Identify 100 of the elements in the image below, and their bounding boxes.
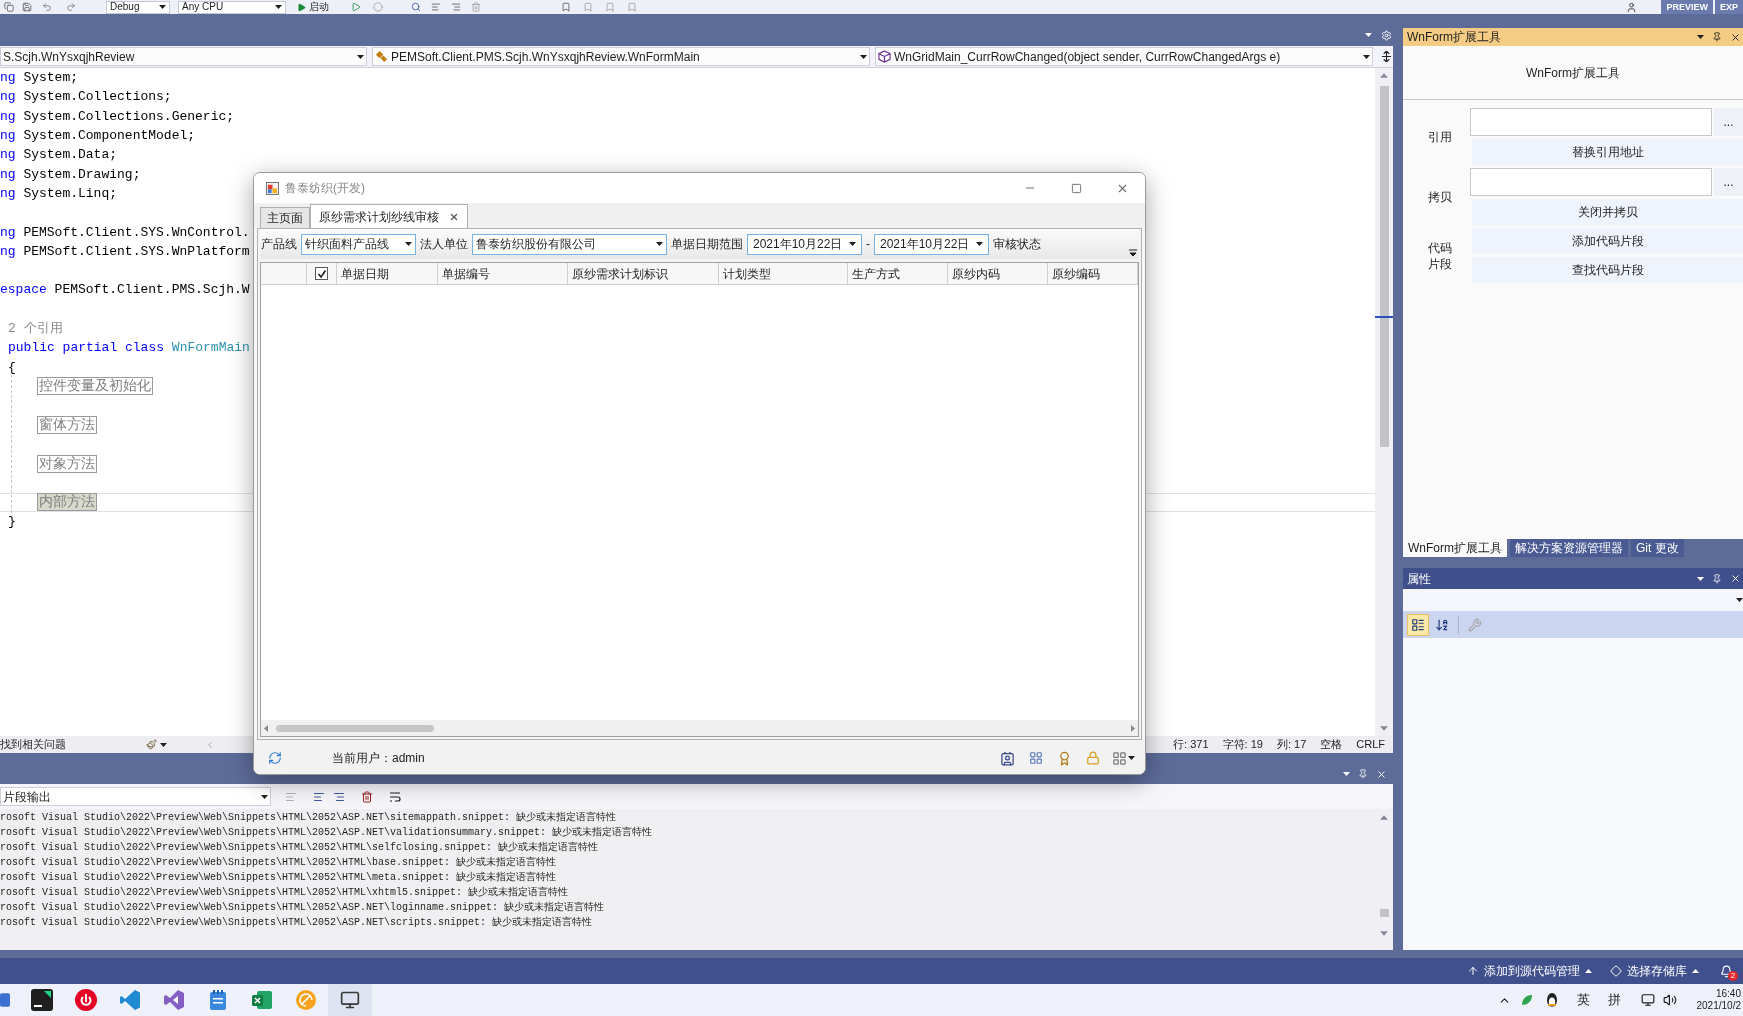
action-button[interactable]: 替换引用地址 [1472, 139, 1743, 165]
action-button[interactable]: 查找代码片段 [1472, 257, 1743, 283]
scroll-left-icon[interactable] [264, 724, 268, 732]
tab-list-dropdown-icon[interactable] [1365, 33, 1372, 37]
editor-status-item[interactable]: CRLF [1356, 736, 1385, 753]
collapsed-region[interactable]: 对象方法 [37, 454, 97, 473]
pin-icon[interactable] [1358, 769, 1368, 779]
layout-menu-button[interactable] [1112, 750, 1135, 766]
split-window-icon[interactable] [1381, 51, 1392, 62]
panel-tab[interactable]: 解决方案资源管理器 [1510, 539, 1628, 557]
dropdown-arrow-icon[interactable] [656, 242, 663, 246]
close-tab-icon[interactable] [449, 211, 459, 222]
collapsed-region[interactable]: 控件变量及初始化 [37, 377, 153, 396]
output-source-dropdown[interactable]: 片段输出 [0, 787, 271, 806]
vertical-scrollbar[interactable] [1375, 68, 1393, 736]
categorized-list-icon[interactable] [1407, 613, 1429, 636]
dropdown-arrow-icon[interactable] [159, 5, 166, 9]
display-icon[interactable] [1640, 993, 1655, 1007]
scroll-down-icon[interactable] [1380, 726, 1388, 731]
dropdown-arrow-icon[interactable] [860, 54, 867, 59]
caret-up-icon[interactable] [1692, 969, 1699, 973]
refresh-icon[interactable] [268, 751, 282, 765]
close-icon[interactable] [1376, 768, 1387, 780]
settings-icon[interactable] [1381, 29, 1392, 41]
dropdown-arrow-icon[interactable] [405, 242, 412, 246]
account-icon[interactable] [1626, 1, 1638, 13]
volume-icon[interactable] [1662, 993, 1677, 1007]
browse-button[interactable]: ... [1714, 108, 1743, 136]
filter-dropdown[interactable]: 鲁泰纺织股份有限公司 [472, 233, 667, 255]
dropdown-arrow-icon[interactable] [1128, 756, 1135, 760]
navigation-dropdown[interactable]: S.Scjh.WnYsxqjhReview [0, 47, 367, 66]
action-button[interactable]: 添加代码片段 [1472, 228, 1743, 254]
pin-icon[interactable] [1712, 32, 1722, 42]
panel-menu-icon[interactable] [1697, 35, 1704, 39]
collapsed-region[interactable]: 窗体方法 [37, 416, 97, 434]
editor-status-item[interactable]: 行: 371 [1173, 736, 1209, 753]
tab[interactable]: 原纱需求计划纱线审核 [310, 204, 468, 228]
column-header[interactable]: 原纱需求计划标识 [568, 263, 719, 284]
path-input[interactable] [1470, 168, 1712, 196]
input-method-indicator[interactable]: 英 [1576, 990, 1590, 1010]
dropdown-arrow-icon[interactable] [976, 242, 983, 246]
previous-message-icon[interactable] [313, 790, 325, 803]
panel-menu-icon[interactable] [1697, 576, 1704, 581]
panel-tab[interactable]: WnForm扩展工具 [1403, 539, 1507, 557]
column-header[interactable]: 原纱编码 [1048, 263, 1138, 284]
column-header[interactable]: 原纱内码 [948, 263, 1048, 284]
bookmark-icon[interactable] [561, 2, 571, 12]
column-header[interactable]: 生产方式 [848, 263, 948, 284]
input-method-indicator[interactable]: 拼 [1607, 990, 1621, 1010]
code-cleanup-button[interactable] [146, 739, 167, 750]
dropdown-arrow-icon[interactable] [1736, 598, 1743, 602]
next-message-icon[interactable] [333, 790, 345, 803]
date-picker[interactable]: 2021年10月22日 [747, 233, 862, 255]
award-icon[interactable] [1057, 750, 1072, 766]
dropdown-arrow-icon[interactable] [1363, 54, 1370, 59]
toolbar-overflow-icon[interactable] [1129, 249, 1137, 257]
select-all-checkbox[interactable] [315, 267, 328, 280]
close-icon[interactable] [1730, 573, 1741, 584]
redo-icon[interactable] [66, 2, 76, 12]
undo-icon[interactable] [42, 2, 52, 12]
horizontal-scrollbar[interactable] [261, 720, 1138, 736]
date-picker[interactable]: 2021年10月22日 [874, 233, 989, 255]
save-icon[interactable] [22, 2, 32, 12]
dropdown-arrow-icon[interactable] [275, 5, 282, 9]
browse-button[interactable]: ... [1714, 168, 1743, 196]
search-icon[interactable] [411, 2, 421, 12]
filter-dropdown[interactable]: 针织面料产品线 [301, 233, 416, 255]
play-outline-icon[interactable] [351, 2, 361, 12]
word-wrap-icon[interactable] [389, 790, 401, 803]
status-bar-button[interactable]: 添加到源代码管理 [1467, 962, 1592, 980]
clear-all-icon[interactable] [361, 790, 373, 803]
scroll-right-icon[interactable] [1131, 724, 1135, 732]
path-input[interactable] [1470, 108, 1712, 136]
scroll-up-icon[interactable] [1380, 815, 1388, 820]
leaf-icon[interactable] [1519, 993, 1534, 1007]
editor-status-item[interactable]: 字符: 19 [1222, 736, 1263, 753]
editor-status-item[interactable]: 列: 17 [1276, 736, 1307, 753]
editor-status-item[interactable]: 空格 [1320, 736, 1343, 753]
tab[interactable]: 主页面 [260, 207, 310, 228]
grid-layout-icon[interactable] [1029, 751, 1043, 765]
start-button[interactable]: 启动 [295, 0, 331, 14]
dropdown-arrow-icon[interactable] [160, 742, 167, 747]
scroll-down-icon[interactable] [1380, 931, 1388, 936]
dropdown-arrow-icon[interactable] [261, 794, 268, 799]
scrollbar-thumb[interactable] [276, 724, 434, 732]
dropdown-arrow-icon[interactable] [357, 54, 364, 59]
close-icon[interactable] [1730, 31, 1741, 43]
navigation-dropdown[interactable]: WnGridMain_CurrRowChanged(object sender, CurrRowChangedArgs e) [875, 47, 1373, 66]
column-header[interactable]: 计划类型 [719, 263, 848, 284]
reference-count-link[interactable]: 2 个引用 [8, 320, 63, 337]
copy-icon[interactable] [4, 2, 14, 12]
column-header[interactable]: 单据日期 [337, 263, 438, 284]
action-button[interactable]: 关闭并拷贝 [1472, 199, 1743, 225]
panel-tab[interactable]: Git 更改 [1631, 539, 1684, 557]
column-header[interactable]: 单据编号 [438, 263, 568, 284]
notifications-button[interactable]: 2 [1717, 962, 1735, 980]
platform-dropdown[interactable]: Any CPU [178, 0, 286, 14]
pin-icon[interactable] [1712, 573, 1722, 584]
status-bar-button[interactable]: 选择存储库 [1610, 962, 1699, 980]
caret-up-icon[interactable] [1585, 969, 1592, 973]
